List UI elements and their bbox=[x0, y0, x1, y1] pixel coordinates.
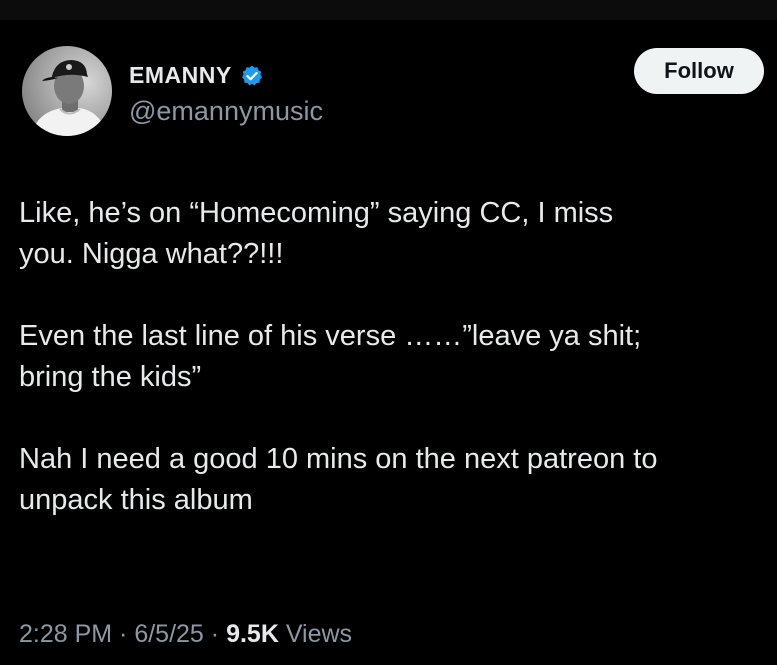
tweet-text: Like, he’s on “Homecoming” saying CC, I … bbox=[19, 193, 777, 562]
avatar[interactable] bbox=[22, 46, 112, 136]
meta-separator: · bbox=[203, 620, 227, 648]
tweet-date[interactable]: 6/5/25 bbox=[134, 620, 204, 648]
profile-photo-icon bbox=[22, 46, 112, 136]
views-count: 9.5K bbox=[226, 620, 279, 648]
author-display-name[interactable]: EMANNY bbox=[129, 62, 232, 89]
author-handle[interactable]: @emannymusic bbox=[129, 96, 323, 127]
tweet-paragraph: Even the last line of his verse ……”leave… bbox=[19, 320, 642, 393]
views-label: Views bbox=[278, 620, 353, 648]
tweet-paragraph: Nah I need a good 10 mins on the next pa… bbox=[19, 443, 658, 516]
tweet-paragraph: Like, he’s on “Homecoming” saying CC, I … bbox=[19, 197, 614, 270]
tweet-time[interactable]: 2:28 PM bbox=[19, 620, 112, 648]
author-name-row: EMANNY bbox=[129, 62, 264, 89]
meta-separator: · bbox=[112, 620, 135, 648]
tweet-card: EMANNY @emannymusic Follow Like, he’s on… bbox=[0, 20, 777, 665]
top-strip bbox=[0, 0, 777, 20]
follow-button[interactable]: Follow bbox=[634, 48, 764, 94]
verified-badge-icon bbox=[240, 64, 264, 88]
tweet-meta: 2:28 PM · 6/5/25 · 9.5K Views bbox=[19, 620, 352, 649]
